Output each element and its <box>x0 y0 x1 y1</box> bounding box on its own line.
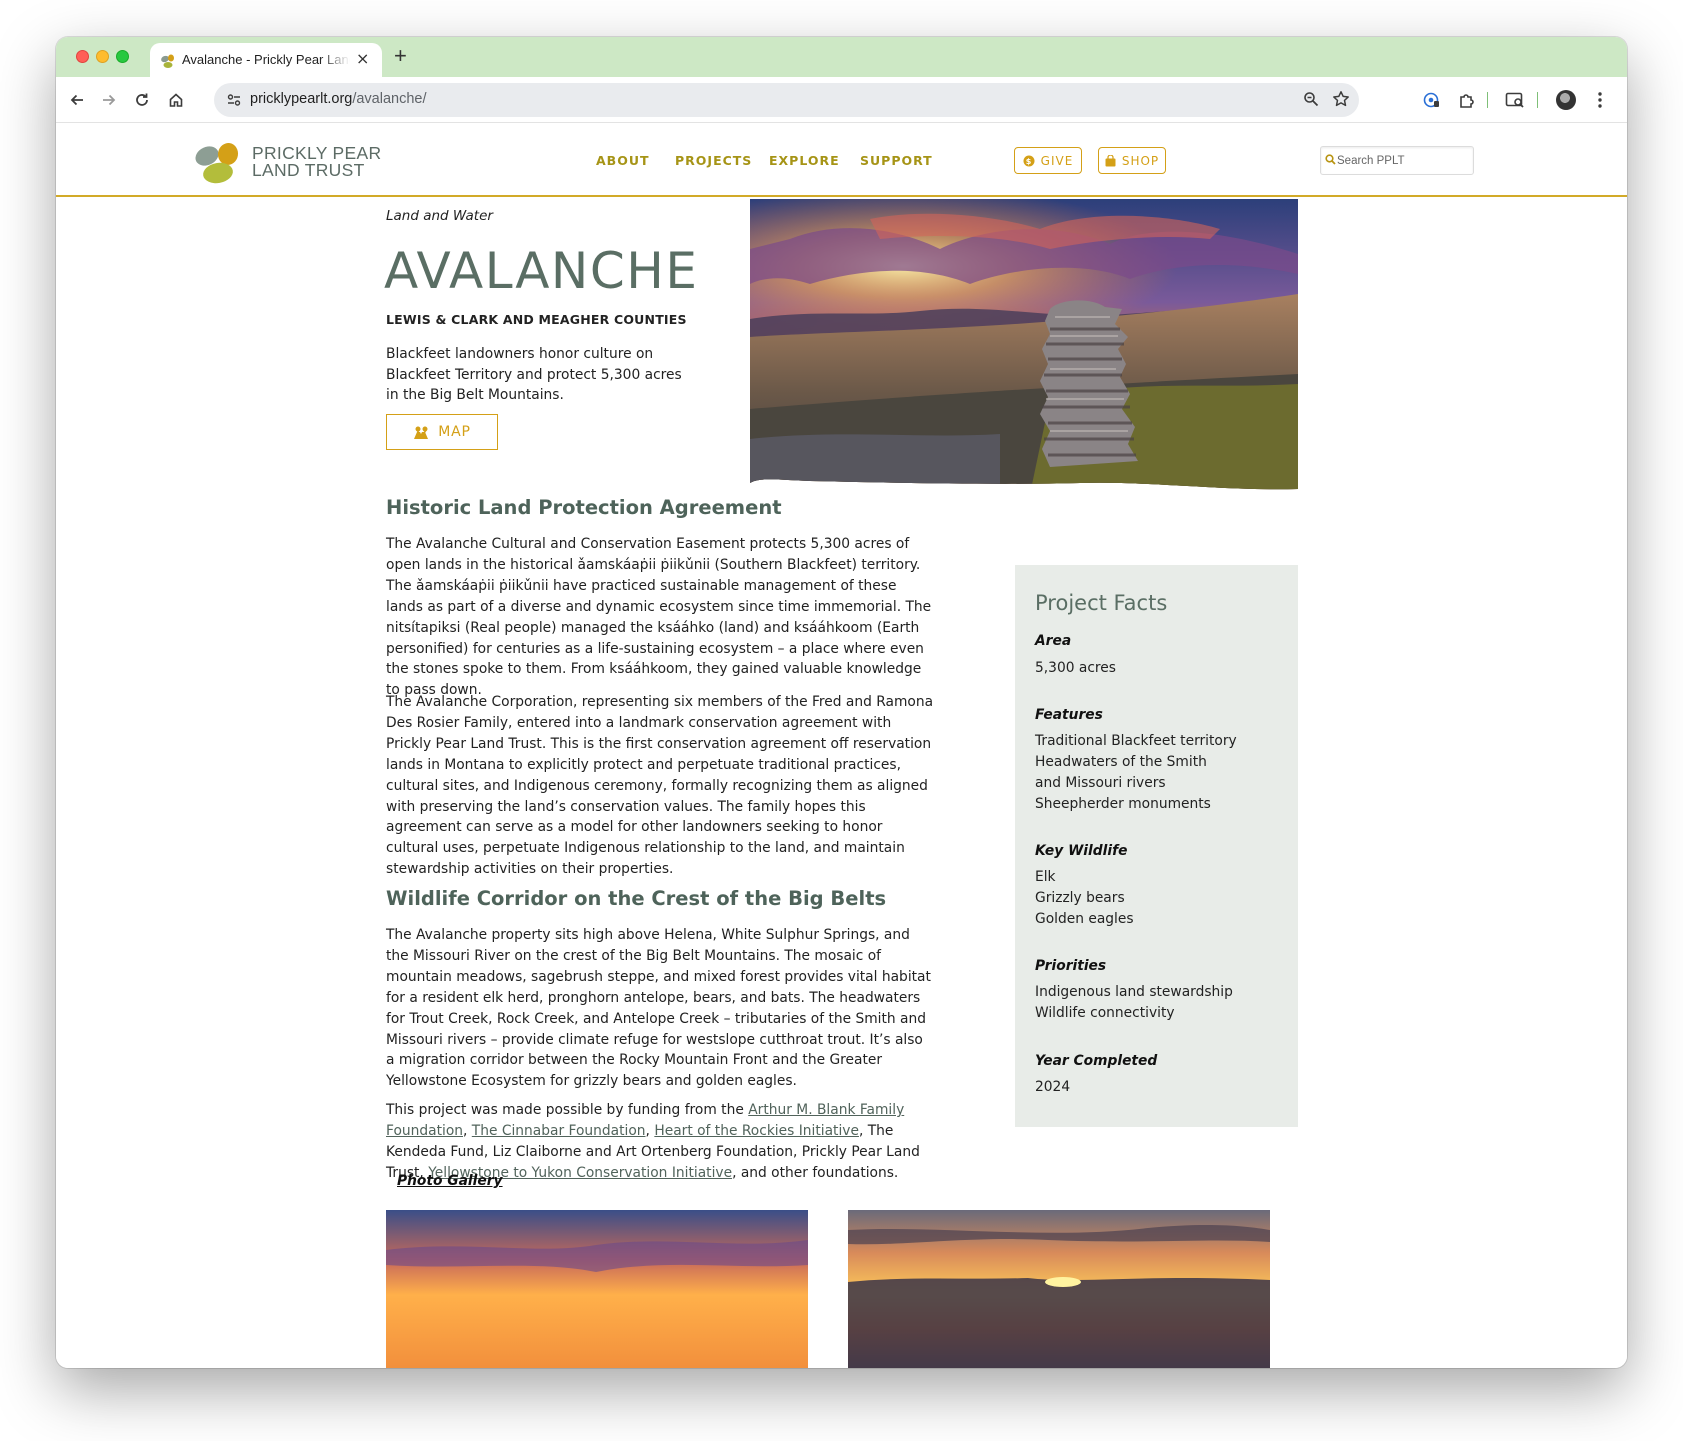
give-button[interactable]: $ GIVE <box>1014 147 1082 174</box>
close-window-button[interactable] <box>76 50 89 63</box>
site-header: PRICKLY PEAR LAND TRUST ABOUT PROJECTS E… <box>56 124 1627 197</box>
gallery-photo-2[interactable] <box>848 1210 1270 1368</box>
shop-label: SHOP <box>1121 153 1160 168</box>
article-paragraph: The Avalanche Cultural and Conservation … <box>386 536 932 699</box>
reload-icon[interactable] <box>131 89 153 111</box>
link-cinnabar[interactable]: The Cinnabar Foundation <box>472 1123 646 1139</box>
funding-intro-text: This project was made possible by fundin… <box>386 1102 749 1118</box>
article-paragraph: The Avalanche Corporation, representing … <box>386 694 934 878</box>
map-label: MAP <box>438 424 471 440</box>
tab-search-icon[interactable] <box>1504 89 1526 111</box>
wildlife-item: Elk <box>1035 869 1056 885</box>
new-tab-button[interactable]: + <box>394 45 407 67</box>
logo-line2: LAND TRUST <box>252 160 365 180</box>
wildlife-label: Key Wildlife <box>1035 843 1128 859</box>
zoom-icon[interactable] <box>1303 91 1319 111</box>
separator-text: , <box>645 1122 655 1139</box>
address-bar[interactable]: pricklypearlt.org/avalanche/ <box>214 83 1359 117</box>
give-label: GIVE <box>1040 153 1074 168</box>
give-coin-icon: $ <box>1023 155 1035 166</box>
maximize-window-button[interactable] <box>116 50 129 63</box>
menu-kebab-icon[interactable] <box>1589 89 1611 111</box>
features-list: Traditional Blackfeet territory Headwate… <box>1035 731 1285 815</box>
close-tab-icon[interactable]: × <box>356 51 369 67</box>
funding-end-text: , and other foundations. <box>732 1164 899 1181</box>
priority-item: Wildlife connectivity <box>1035 1004 1175 1021</box>
facts-title: Project Facts <box>1035 591 1168 615</box>
browser-toolbar: pricklypearlt.org/avalanche/ <box>56 77 1627 123</box>
photo-gallery-link[interactable]: Photo Gallery <box>397 1173 503 1189</box>
priorities-list: Indigenous land stewardship Wildlife con… <box>1035 982 1285 1024</box>
counties-subtitle: LEWIS & CLARK AND MEAGHER COUNTIES <box>386 312 687 327</box>
map-button[interactable]: MAP <box>386 414 498 450</box>
browser-window: Avalanche - Prickly Pear Land Trust × + … <box>56 37 1627 1368</box>
url-text: pricklypearlt.org/avalanche/ <box>250 91 427 107</box>
toolbar-separator <box>1537 92 1538 108</box>
tab-strip: Avalanche - Prickly Pear Land Trust × + <box>56 37 1627 77</box>
hero-landscape-image <box>750 199 1298 490</box>
feature-item: Headwaters of the Smith and Missouri riv… <box>1035 753 1207 791</box>
nav-projects[interactable]: PROJECTS <box>675 153 752 168</box>
svg-text:$: $ <box>1025 157 1032 166</box>
web-page: PRICKLY PEAR LAND TRUST ABOUT PROJECTS E… <box>56 124 1627 1368</box>
section-heading-wildlife: Wildlife Corridor on the Crest of the Bi… <box>386 887 887 910</box>
year-label: Year Completed <box>1035 1053 1158 1069</box>
kicker-text: Land and Water <box>386 208 493 224</box>
search-input[interactable] <box>1337 151 1469 171</box>
wildlife-item: Grizzly bears <box>1035 889 1125 906</box>
toolbar-separator <box>1487 92 1488 108</box>
shopping-bag-icon <box>1105 154 1116 166</box>
page-title: AVALANCHE <box>384 242 699 300</box>
search-icon <box>1325 154 1336 165</box>
feature-item: Traditional Blackfeet territory <box>1035 733 1237 749</box>
year-value: 2024 <box>1035 1079 1071 1095</box>
feature-item: Sheepherder monuments <box>1035 795 1211 812</box>
wildlife-item: Golden eagles <box>1035 910 1134 927</box>
password-manager-icon[interactable] <box>1421 89 1443 111</box>
tab-title: Avalanche - Prickly Pear Land Trust <box>182 52 350 67</box>
hero-description: Blackfeet landowners honor culture on Bl… <box>386 346 682 403</box>
profile-avatar[interactable] <box>1556 90 1576 110</box>
features-label: Features <box>1035 707 1103 723</box>
gallery-photo-1[interactable] <box>386 1210 808 1368</box>
funding-paragraph: This project was made possible by fundin… <box>386 1100 934 1184</box>
nav-about[interactable]: ABOUT <box>596 153 650 168</box>
area-value: 5,300 acres <box>1035 660 1116 676</box>
browser-tab[interactable]: Avalanche - Prickly Pear Land Trust × <box>150 43 382 77</box>
logo-leaves-icon <box>195 143 239 184</box>
priorities-label: Priorities <box>1035 958 1107 974</box>
home-icon[interactable] <box>165 89 187 111</box>
separator-text: , <box>463 1122 472 1139</box>
shop-button[interactable]: SHOP <box>1098 147 1166 174</box>
extensions-puzzle-icon[interactable] <box>1456 89 1478 111</box>
forward-icon[interactable] <box>98 89 120 111</box>
logo-text: PRICKLY PEAR LAND TRUST <box>252 144 392 180</box>
priority-item: Indigenous land stewardship <box>1035 984 1233 1000</box>
project-facts-panel: Project Facts Area 5,300 acres Features … <box>1015 565 1298 1127</box>
nav-explore[interactable]: EXPLORE <box>769 153 840 168</box>
site-info-icon[interactable] <box>224 90 244 110</box>
section-heading-historic: Historic Land Protection Agreement <box>386 496 782 519</box>
url-path: /avalanche/ <box>352 91 427 107</box>
site-logo[interactable]: PRICKLY PEAR LAND TRUST <box>194 140 381 184</box>
back-icon[interactable] <box>66 89 88 111</box>
wildlife-list: Elk Grizzly bears Golden eagles <box>1035 867 1285 930</box>
area-label: Area <box>1035 633 1072 649</box>
url-domain: pricklypearlt.org <box>250 91 353 107</box>
nav-support[interactable]: SUPPORT <box>860 153 933 168</box>
site-search[interactable] <box>1320 146 1474 175</box>
link-heart-of-rockies[interactable]: Heart of the Rockies Initiative <box>654 1123 859 1139</box>
bookmark-star-icon[interactable] <box>1332 90 1350 112</box>
article-paragraph: The Avalanche property sits high above H… <box>386 927 931 1090</box>
minimize-window-button[interactable] <box>96 50 109 63</box>
map-pin-icon <box>414 426 429 439</box>
site-favicon-icon <box>161 54 174 68</box>
